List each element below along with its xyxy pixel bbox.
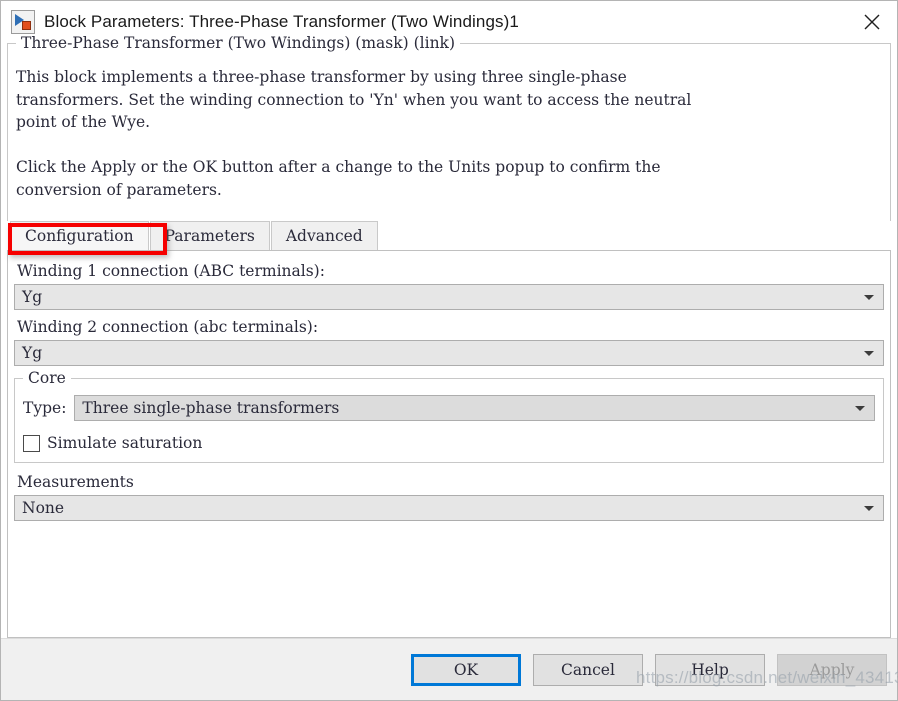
measurements-label: Measurements	[17, 473, 134, 491]
tab-parameters[interactable]: Parameters	[149, 221, 270, 250]
winding2-dropdown[interactable]: Yg	[14, 340, 884, 366]
measurements-value: None	[22, 499, 65, 517]
tab-configuration[interactable]: Configuration	[10, 221, 149, 250]
close-button[interactable]	[847, 1, 897, 43]
close-icon	[864, 14, 880, 30]
core-group-legend: Core	[23, 369, 71, 387]
description-line-3: point of the Wye.	[16, 113, 151, 131]
ok-button[interactable]: OK	[411, 653, 521, 686]
core-type-dropdown[interactable]: Three single-phase transformers	[74, 395, 875, 421]
help-button[interactable]: Help	[655, 653, 765, 686]
block-parameters-dialog: Block Parameters: Three-Phase Transforme…	[0, 0, 898, 701]
simulink-block-icon	[11, 10, 35, 34]
dialog-footer: OK Cancel Help Apply	[1, 638, 897, 700]
configuration-panel: Winding 1 connection (ABC terminals): Yg…	[7, 251, 891, 638]
description-line-2: transformers. Set the winding connection…	[16, 90, 692, 109]
description-line-1: This block implements a three-phase tran…	[16, 68, 627, 86]
tab-advanced[interactable]: Advanced	[270, 221, 378, 250]
description-group: Three-Phase Transformer (Two Windings) (…	[7, 34, 891, 221]
winding2-value: Yg	[22, 344, 43, 362]
simulate-saturation-label: Simulate saturation	[47, 434, 203, 452]
window-title: Block Parameters: Three-Phase Transforme…	[44, 12, 519, 31]
description-legend: Three-Phase Transformer (Two Windings) (…	[16, 34, 460, 52]
simulate-saturation-checkbox[interactable]	[23, 434, 40, 452]
description-body: This block implements a three-phase tran…	[8, 44, 890, 201]
chevron-down-icon	[864, 506, 874, 511]
winding1-dropdown[interactable]: Yg	[14, 284, 884, 310]
apply-button: Apply	[777, 653, 887, 686]
tab-bar: Configuration Parameters Advanced	[7, 221, 891, 255]
description-line-4: Click the Apply or the OK button after a…	[16, 158, 661, 176]
square-shape	[22, 21, 31, 30]
winding1-label: Winding 1 connection (ABC terminals):	[17, 262, 325, 280]
winding1-value: Yg	[22, 288, 43, 306]
chevron-down-icon	[864, 295, 874, 300]
measurements-dropdown[interactable]: None	[14, 495, 884, 521]
core-type-value: Three single-phase transformers	[82, 399, 340, 417]
core-type-label: Type:	[23, 399, 67, 417]
core-group: Core Type: Three single-phase transforme…	[14, 369, 884, 463]
description-line-5: conversion of parameters.	[16, 180, 222, 199]
simulate-saturation-checkbox-row[interactable]: Simulate saturation	[23, 434, 875, 452]
chevron-down-icon	[855, 406, 865, 411]
winding2-label: Winding 2 connection (abc terminals):	[17, 318, 319, 336]
core-type-row: Type: Three single-phase transformers	[23, 395, 875, 421]
chevron-down-icon	[864, 351, 874, 356]
cancel-button[interactable]: Cancel	[533, 653, 643, 686]
